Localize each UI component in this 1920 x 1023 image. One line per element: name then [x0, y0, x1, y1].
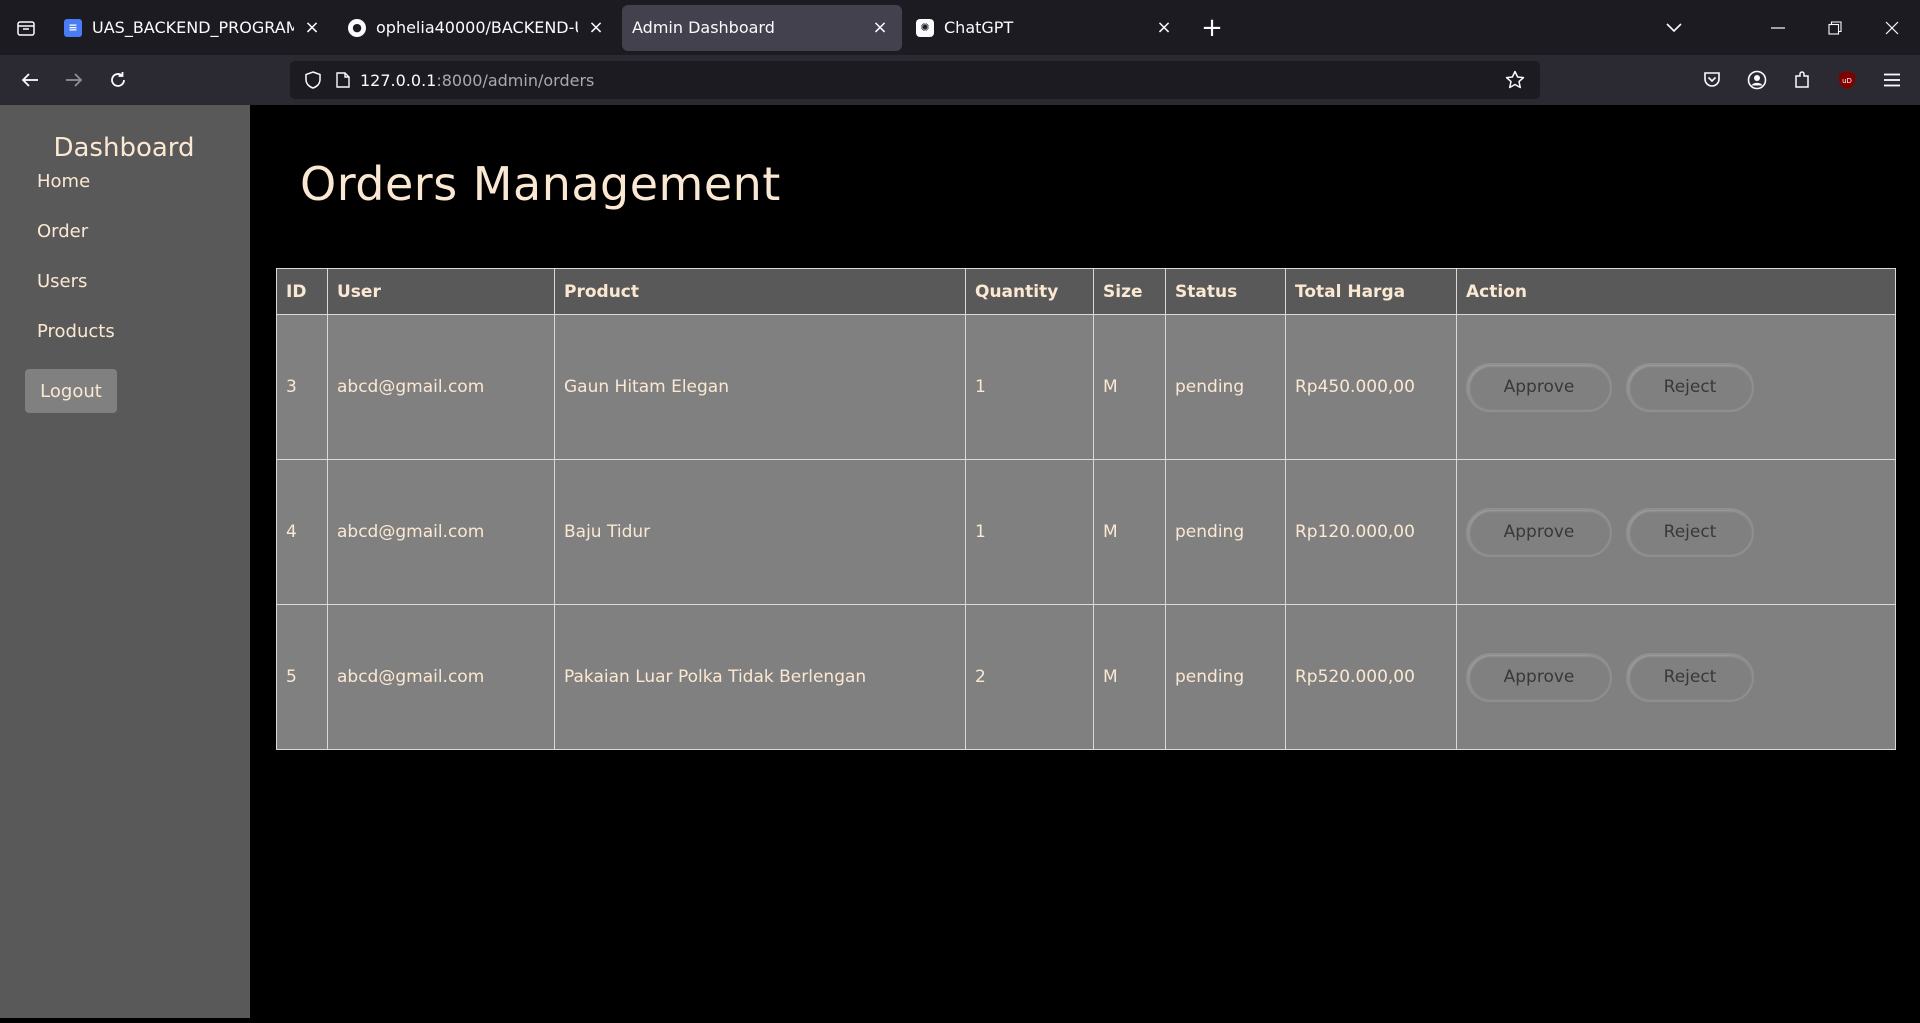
cell-action: Approve Reject: [1456, 314, 1896, 460]
minimize-icon[interactable]: [1749, 0, 1806, 55]
approve-button[interactable]: Approve: [1466, 362, 1612, 412]
cell-status: pending: [1165, 459, 1286, 605]
hamburger-menu-icon[interactable]: [1869, 55, 1914, 105]
column-header-quantity: Quantity: [965, 268, 1094, 315]
cell-size: M: [1093, 459, 1166, 605]
navigation-toolbar: 127.0.0.1:8000/admin/orders uD: [0, 55, 1920, 105]
tab-title: ChatGPT: [944, 18, 1014, 37]
table-row: 3 abcd@gmail.com Gaun Hitam Elegan 1 M p…: [276, 314, 1896, 460]
close-tab-icon[interactable]: ×: [1152, 16, 1176, 40]
close-tab-icon[interactable]: ×: [584, 16, 608, 40]
cell-id: 3: [276, 314, 328, 460]
close-tab-icon[interactable]: ×: [868, 16, 892, 40]
list-all-tabs-chevron-icon[interactable]: [1645, 0, 1702, 55]
tab-title: UAS_BACKEND_PROGRAMMING: [92, 18, 294, 37]
sidebar-nav: Home Order Users Products: [0, 167, 250, 357]
tab-uas-backend[interactable]: ≡ UAS_BACKEND_PROGRAMMING ×: [54, 5, 334, 51]
main-content: Orders Management ID User Product Quanti…: [250, 105, 1920, 1018]
cell-status: pending: [1165, 604, 1286, 750]
tab-title: Admin Dashboard: [632, 18, 775, 37]
reload-icon[interactable]: [96, 58, 140, 102]
docs-icon: ≡: [64, 18, 82, 37]
cell-user: abcd@gmail.com: [327, 314, 555, 460]
cell-quantity: 1: [965, 459, 1094, 605]
column-header-action: Action: [1456, 268, 1896, 315]
forward-icon[interactable]: [52, 58, 96, 102]
page-content: Dashboard Home Order Users Products Logo…: [0, 105, 1920, 1018]
cell-user: abcd@gmail.com: [327, 459, 555, 605]
cell-quantity: 2: [965, 604, 1094, 750]
pocket-icon[interactable]: [1689, 55, 1734, 105]
url-host: 127.0.0.1: [360, 70, 437, 90]
tab-chatgpt[interactable]: ✺ ChatGPT ×: [906, 5, 1186, 51]
url-text[interactable]: 127.0.0.1:8000/admin/orders: [360, 71, 594, 90]
column-header-user: User: [327, 268, 555, 315]
account-icon[interactable]: [1734, 55, 1779, 105]
tab-list-icon[interactable]: [0, 0, 52, 55]
table-header-row: ID User Product Quantity Size Status Tot…: [276, 268, 1896, 315]
table-row: 4 abcd@gmail.com Baju Tidur 1 M pending …: [276, 459, 1896, 605]
close-tab-icon[interactable]: ×: [300, 16, 324, 40]
tab-bar: ≡ UAS_BACKEND_PROGRAMMING × ● ophelia400…: [0, 0, 1920, 55]
cell-status: pending: [1165, 314, 1286, 460]
url-path: :8000/admin/orders: [436, 70, 595, 90]
cell-product: Gaun Hitam Elegan: [554, 314, 966, 460]
tab-title: ophelia40000/BACKEND-UAS: [376, 18, 578, 37]
cell-product: Baju Tidur: [554, 459, 966, 605]
close-window-icon[interactable]: [1863, 0, 1920, 55]
reject-button[interactable]: Reject: [1626, 507, 1754, 557]
shield-icon[interactable]: [296, 61, 330, 99]
restore-icon[interactable]: [1806, 0, 1863, 55]
approve-button[interactable]: Approve: [1466, 507, 1612, 557]
column-header-size: Size: [1093, 268, 1166, 315]
page-icon[interactable]: [330, 61, 356, 99]
sidebar-title: Dashboard: [53, 133, 195, 163]
cell-action: Approve Reject: [1456, 459, 1896, 605]
column-header-total-harga: Total Harga: [1285, 268, 1457, 315]
cell-id: 5: [276, 604, 328, 750]
reject-button[interactable]: Reject: [1626, 362, 1754, 412]
ublock-origin-icon[interactable]: uD: [1824, 55, 1869, 105]
cell-size: M: [1093, 604, 1166, 750]
address-bar[interactable]: 127.0.0.1:8000/admin/orders: [290, 61, 1540, 99]
cell-total-harga: Rp450.000,00: [1285, 314, 1457, 460]
logout-button[interactable]: Logout: [25, 369, 117, 413]
sidebar-link-order[interactable]: Order: [37, 207, 250, 257]
tab-admin-dashboard[interactable]: Admin Dashboard ×: [622, 4, 902, 51]
new-tab-icon[interactable]: +: [1194, 10, 1230, 46]
cell-product: Pakaian Luar Polka Tidak Berlengan: [554, 604, 966, 750]
chatgpt-icon: ✺: [916, 18, 934, 37]
cell-action: Approve Reject: [1456, 604, 1896, 750]
cell-size: M: [1093, 314, 1166, 460]
table-row: 5 abcd@gmail.com Pakaian Luar Polka Tida…: [276, 604, 1896, 750]
cell-total-harga: Rp120.000,00: [1285, 459, 1457, 605]
back-icon[interactable]: [8, 58, 52, 102]
approve-button[interactable]: Approve: [1466, 652, 1612, 702]
cell-user: abcd@gmail.com: [327, 604, 555, 750]
sidebar-link-products[interactable]: Products: [37, 307, 250, 357]
column-header-status: Status: [1165, 268, 1286, 315]
extensions-icon[interactable]: [1779, 55, 1824, 105]
reject-button[interactable]: Reject: [1626, 652, 1754, 702]
cell-quantity: 1: [965, 314, 1094, 460]
column-header-id: ID: [276, 268, 328, 315]
bookmark-star-icon[interactable]: [1498, 61, 1532, 99]
cell-id: 4: [276, 459, 328, 605]
svg-text:uD: uD: [1842, 77, 1852, 85]
column-header-product: Product: [554, 268, 966, 315]
sidebar: Dashboard Home Order Users Products Logo…: [0, 105, 250, 1018]
github-icon: ●: [348, 18, 366, 37]
sidebar-link-users[interactable]: Users: [37, 257, 250, 307]
sidebar-link-home[interactable]: Home: [37, 167, 250, 207]
page-title: Orders Management: [300, 157, 781, 211]
cell-total-harga: Rp520.000,00: [1285, 604, 1457, 750]
orders-table: ID User Product Quantity Size Status Tot…: [276, 268, 1896, 750]
tab-github[interactable]: ● ophelia40000/BACKEND-UAS ×: [338, 5, 618, 51]
